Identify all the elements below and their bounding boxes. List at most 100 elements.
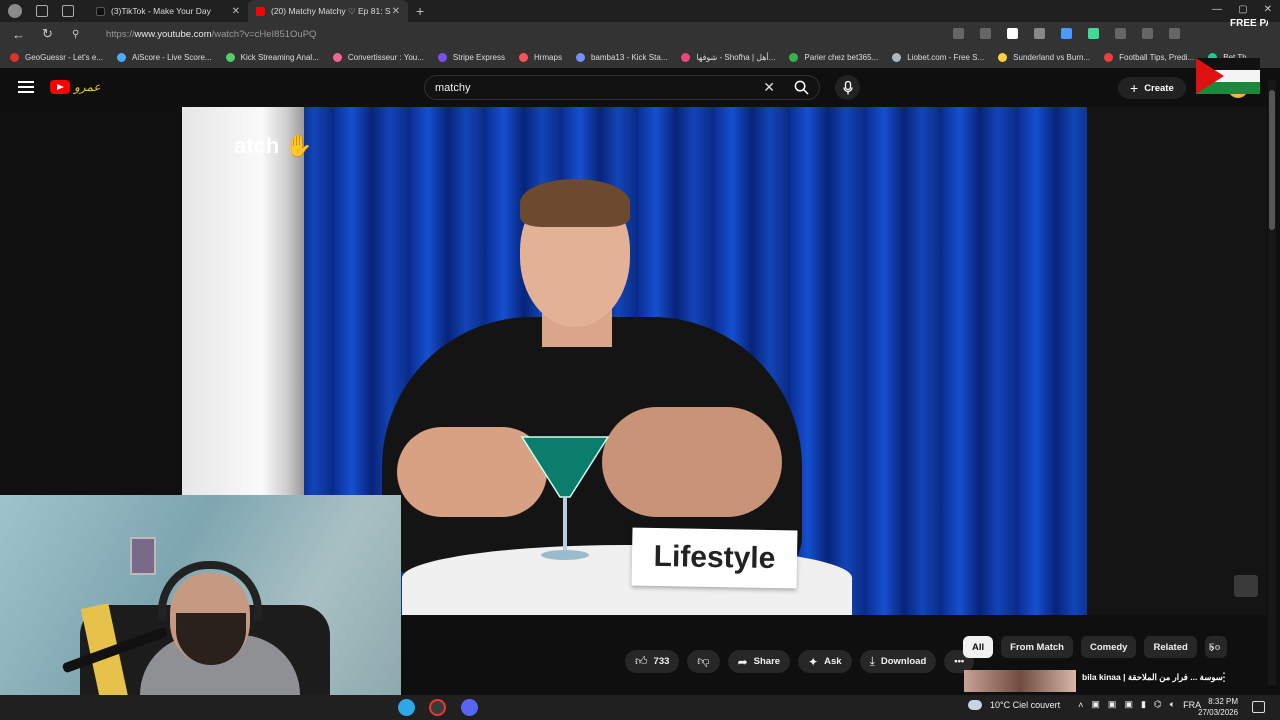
back-icon[interactable]: ← bbox=[12, 27, 30, 42]
bookmark-favicon-icon bbox=[892, 52, 902, 62]
chevron-up-icon[interactable]: ˄ bbox=[1078, 700, 1083, 710]
workspaces-icon[interactable] bbox=[36, 5, 48, 17]
ask-button[interactable]: ✦ Ask bbox=[798, 650, 852, 673]
create-label: Create bbox=[1144, 82, 1174, 94]
chip-from-match[interactable]: From Match bbox=[1001, 636, 1073, 658]
bookmark-favicon-icon bbox=[437, 52, 447, 62]
bookmark-item[interactable]: شوفها - Shofha | أهل... bbox=[681, 52, 775, 62]
like-button[interactable]: 👍︎ 733 bbox=[625, 650, 680, 673]
install-app-icon[interactable] bbox=[953, 28, 964, 39]
clear-search-icon[interactable]: ✕ bbox=[763, 79, 775, 96]
youtube-logo-icon[interactable] bbox=[50, 80, 70, 94]
taskbar-clock[interactable]: 8:32 PM 27/03/2026 bbox=[1198, 696, 1238, 718]
notification-icon[interactable] bbox=[1252, 701, 1265, 713]
tray-app-icon[interactable]: ▣ bbox=[1091, 699, 1100, 710]
recommendation-item[interactable]: bila kinaa | سوسة ... فرار من الملاحقة ⋮ bbox=[964, 670, 1264, 692]
downloads-icon[interactable] bbox=[1169, 28, 1180, 39]
bookmark-item[interactable]: Hrmaps bbox=[518, 52, 562, 62]
bookmark-label: bamba13 - Kick Sta... bbox=[590, 52, 668, 62]
reload-icon[interactable]: ↻ bbox=[42, 26, 60, 42]
show-logo: atch ✋ bbox=[234, 133, 313, 158]
tray-app-icon[interactable]: ▣ bbox=[1108, 699, 1117, 710]
bookmark-label: Liobet.com - Free S... bbox=[907, 52, 985, 62]
bookmark-favicon-icon bbox=[1104, 52, 1114, 62]
download-button[interactable]: ⤓ Download bbox=[859, 650, 937, 673]
chevron-right-icon[interactable]: › bbox=[1210, 639, 1215, 655]
search-icon[interactable] bbox=[794, 80, 809, 98]
channel-brand-logo: عمرو bbox=[74, 80, 101, 94]
close-tab-icon[interactable]: ✕ bbox=[392, 6, 400, 17]
bookmark-item[interactable]: Parier chez bet365... bbox=[789, 52, 878, 62]
network-icon[interactable]: ⌬ bbox=[1154, 699, 1162, 710]
bookmark-item[interactable]: Kick Streaming Anal... bbox=[225, 52, 319, 62]
bookmark-item[interactable]: bamba13 - Kick Sta... bbox=[575, 52, 668, 62]
weather-icon bbox=[968, 699, 982, 710]
weather-text[interactable]: 10°C Ciel couvert bbox=[990, 700, 1060, 710]
youtube-icon bbox=[256, 6, 265, 16]
page-scrollbar[interactable] bbox=[1268, 80, 1276, 685]
bookmark-item[interactable]: Liobet.com - Free S... bbox=[892, 52, 985, 62]
bookmark-item[interactable]: GeoGuessr - Let's e... bbox=[10, 52, 104, 62]
recommendation-thumbnail[interactable] bbox=[964, 670, 1076, 692]
bookmark-favicon-icon bbox=[332, 52, 342, 62]
extension-icon[interactable] bbox=[1034, 28, 1045, 39]
bookmark-favicon-icon bbox=[681, 52, 691, 62]
bookmark-item[interactable]: AiScore - Live Score... bbox=[117, 52, 212, 62]
volume-icon[interactable]: 🔈︎ bbox=[1170, 699, 1175, 710]
site-info-icon[interactable]: ⚲ bbox=[72, 29, 90, 40]
scrollbar-thumb[interactable] bbox=[1269, 90, 1275, 230]
discord-taskbar-icon[interactable] bbox=[461, 699, 478, 716]
bookmark-item[interactable]: Sunderland vs Burn... bbox=[998, 52, 1091, 62]
bookmark-item[interactable]: Convertisseur : You... bbox=[332, 52, 424, 62]
chip-related[interactable]: Related bbox=[1144, 636, 1197, 658]
new-tab-button[interactable]: + bbox=[408, 0, 438, 22]
bookmark-label: AiScore - Live Score... bbox=[132, 52, 212, 62]
search-input[interactable]: matchy ✕ bbox=[424, 75, 820, 100]
tab-tiktok[interactable]: (3)TikTok - Make Your Day ✕ bbox=[88, 0, 248, 22]
tab-youtube[interactable]: (20) Matchy Matchy ♡ Ep 81: S ✕ bbox=[248, 0, 408, 22]
profile-icon[interactable] bbox=[8, 4, 22, 18]
more-vert-icon[interactable]: ⋮ bbox=[1218, 670, 1230, 684]
tray-app-icon[interactable]: ▣ bbox=[1124, 699, 1133, 710]
windows-taskbar: 10°C Ciel couvert ˄ ▣ ▣ ▣ ▮ ⌬ 🔈︎ FRA 8:3… bbox=[0, 695, 1280, 720]
ask-label: Ask bbox=[824, 656, 842, 667]
extension-icon[interactable] bbox=[1088, 28, 1099, 39]
tab-actions-icon[interactable] bbox=[62, 5, 74, 17]
video-sign: Lifestyle bbox=[631, 527, 798, 589]
chip-more[interactable]: Fo bbox=[1204, 636, 1227, 658]
dislike-button[interactable]: 👎︎ bbox=[687, 650, 720, 673]
bookmark-label: Football Tips, Predi... bbox=[1119, 52, 1195, 62]
menu-icon[interactable] bbox=[18, 78, 34, 96]
share-label: Share bbox=[753, 656, 781, 667]
chip-comedy[interactable]: Comedy bbox=[1080, 636, 1137, 658]
bookmark-label: Sunderland vs Burn... bbox=[1013, 52, 1091, 62]
bookmark-favicon-icon bbox=[117, 52, 127, 62]
share-button[interactable]: ➦ Share bbox=[727, 650, 791, 673]
thumbs-down-icon: 👎︎ bbox=[697, 654, 710, 668]
video-letterbox-right bbox=[1087, 107, 1267, 615]
bookmark-label: Stripe Express bbox=[452, 52, 505, 62]
bookmark-label: GeoGuessr - Let's e... bbox=[25, 52, 104, 62]
recommendation-title[interactable]: bila kinaa | سوسة ... فرار من الملاحقة bbox=[1082, 672, 1223, 692]
extension-icon[interactable] bbox=[1061, 28, 1072, 39]
tray-app-icon[interactable]: ▮ bbox=[1141, 699, 1146, 710]
bookmark-item[interactable]: Stripe Express bbox=[437, 52, 505, 62]
voice-search-button[interactable] bbox=[835, 75, 860, 100]
close-tab-icon[interactable]: ✕ bbox=[232, 6, 240, 17]
split-screen-icon[interactable] bbox=[1142, 28, 1153, 39]
bookmark-label: Kick Streaming Anal... bbox=[240, 52, 319, 62]
chip-all[interactable]: All bbox=[963, 636, 994, 658]
video-person-hair bbox=[520, 179, 630, 227]
download-icon: ⤓ bbox=[869, 654, 875, 668]
browser-taskbar-icon[interactable] bbox=[398, 699, 415, 716]
palestine-flag-overlay: FREE PALESTINE bbox=[1196, 18, 1268, 94]
extension-icon[interactable] bbox=[1007, 28, 1018, 39]
star-icon[interactable] bbox=[980, 28, 991, 39]
obs-taskbar-icon[interactable] bbox=[429, 699, 446, 716]
url-field[interactable]: https://www.youtube.com/watch?v=cHeI851O… bbox=[106, 29, 316, 40]
create-button[interactable]: + Create bbox=[1118, 77, 1186, 99]
extensions-puzzle-icon[interactable] bbox=[1115, 28, 1126, 39]
mic-icon bbox=[842, 80, 853, 94]
bookmark-item[interactable]: Football Tips, Predi... bbox=[1104, 52, 1195, 62]
recommendation-chips: All From Match Comedy Related Fo bbox=[963, 636, 1227, 658]
